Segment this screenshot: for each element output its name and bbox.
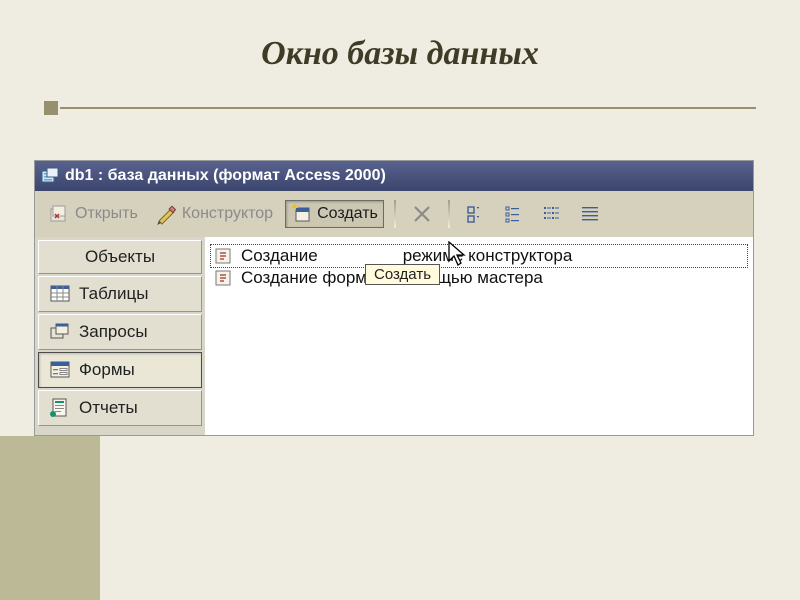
view-large-button[interactable] [460, 201, 492, 227]
sidebar-item-queries[interactable]: Запросы [38, 314, 202, 350]
tables-icon [49, 283, 71, 305]
toolbar-separator [394, 200, 396, 228]
main-list: Создание режиме конструктора Создание фо… [205, 237, 753, 435]
details-icon [580, 204, 600, 224]
sidebar-label: Запросы [79, 322, 148, 342]
form-new-icon [213, 246, 233, 266]
db-window-icon [41, 167, 59, 185]
separator-rule [0, 73, 800, 115]
db-window: db1 : база данных (формат Access 2000) О… [34, 160, 754, 436]
open-label: Открыть [75, 205, 138, 223]
toolbar: Открыть Конструктор Создать [35, 191, 753, 237]
sidebar-header[interactable]: Объекты [38, 240, 202, 274]
large-icons-icon [466, 204, 486, 224]
delete-button[interactable] [406, 201, 438, 227]
design-button[interactable]: Конструктор [150, 200, 279, 228]
design-icon [156, 203, 178, 225]
queries-icon [49, 321, 71, 343]
form-wizard-icon [213, 268, 233, 288]
reports-icon [49, 397, 71, 419]
open-icon [49, 203, 71, 225]
sidebar-item-tables[interactable]: Таблицы [38, 276, 202, 312]
tooltip: Создать [365, 264, 440, 285]
create-button[interactable]: Создать [285, 200, 384, 228]
titlebar: db1 : база данных (формат Access 2000) [35, 161, 753, 191]
sidebar-label: Таблицы [79, 284, 148, 304]
accent-block [0, 436, 100, 600]
list-item-label: Создание режиме конструктора [241, 246, 572, 266]
create-icon [291, 203, 313, 225]
small-icons-icon [504, 204, 524, 224]
list-item-create-form-design[interactable]: Создание режиме конструктора [211, 245, 747, 267]
toolbar-separator-2 [448, 200, 450, 228]
forms-icon [49, 359, 71, 381]
view-list-button[interactable] [536, 201, 568, 227]
sidebar-label: Формы [79, 360, 135, 380]
create-label: Создать [317, 205, 378, 223]
sidebar-item-reports[interactable]: Отчеты [38, 390, 202, 426]
window-title: db1 : база данных (формат Access 2000) [65, 167, 386, 185]
view-small-button[interactable] [498, 201, 530, 227]
design-label: Конструктор [182, 205, 273, 223]
sidebar-label: Отчеты [79, 398, 138, 418]
sidebar-item-forms[interactable]: Формы [38, 352, 202, 388]
open-button[interactable]: Открыть [43, 200, 144, 228]
list-item-create-form-wizard[interactable]: Создание формы с помощью мастера [211, 267, 747, 289]
view-details-button[interactable] [574, 201, 606, 227]
list-icon [542, 204, 562, 224]
delete-icon [412, 204, 432, 224]
objects-sidebar: Объекты Таблицы Запросы [35, 237, 205, 435]
slide-title: Окно базы данных [0, 0, 800, 73]
